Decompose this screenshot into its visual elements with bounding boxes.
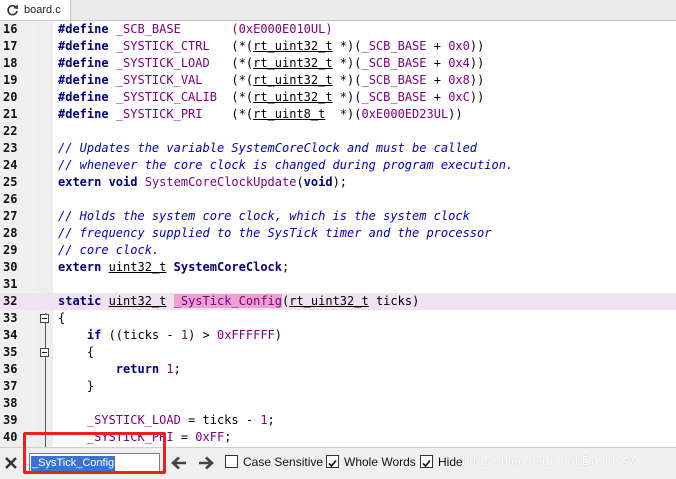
fold-toggle-icon[interactable] (40, 348, 49, 357)
code-text: #define _SYSTICK_CALIB (*(rt_uint32_t *)… (58, 90, 485, 104)
code-editor[interactable]: 16 #define _SCB_BASE (0xE000E010UL) 17 #def… (0, 21, 676, 447)
code-line[interactable]: 34 if ((ticks - 1) > 0xFFFFFF) (0, 327, 676, 344)
code-text: // Holds the system core clock, which is… (58, 209, 470, 223)
code-line[interactable]: 19 #define _SYSTICK_VAL (*(rt_uint32_t *)… (0, 72, 676, 89)
code-line[interactable]: 33 { (0, 310, 676, 327)
line-number: 39 (3, 413, 18, 427)
code-text: return 1; (115, 362, 181, 376)
line-number: 33 (3, 311, 18, 325)
code-text: // core clock. (58, 243, 160, 257)
code-line[interactable]: 37 } (0, 378, 676, 395)
code-line[interactable]: 22 (0, 123, 676, 140)
find-next-icon[interactable] (197, 455, 215, 471)
code-line[interactable]: 16 #define _SCB_BASE (0xE000E010UL) (0, 21, 676, 38)
code-text: _SYSTICK_LOAD = ticks - 1; (86, 413, 275, 427)
line-number: 25 (3, 175, 18, 189)
whole-words-label: Whole Words (344, 455, 416, 469)
line-number: 18 (3, 56, 18, 70)
code-text: { (58, 311, 66, 325)
line-number: 27 (3, 209, 18, 223)
code-line[interactable]: 25 extern void SystemCoreClockUpdate(void… (0, 174, 676, 191)
code-line[interactable]: 28 // frequency supplied to the SysTick t… (0, 225, 676, 242)
line-number: 34 (3, 328, 18, 342)
code-text: #define _SYSTICK_LOAD (*(rt_uint32_t *)(… (58, 56, 485, 70)
refresh-file-icon (5, 3, 19, 17)
code-text: { (58, 345, 95, 359)
code-text: #define _SYSTICK_PRI (*(rt_uint8_t *)(0x… (58, 107, 463, 121)
code-line[interactable]: 29 // core clock. (0, 242, 676, 259)
fold-line (45, 313, 46, 447)
code-text: if ((ticks - 1) > 0xFFFFFF) (86, 328, 283, 342)
case-sensitive-checkbox[interactable] (225, 455, 238, 468)
fold-toggle-icon[interactable] (40, 314, 49, 323)
code-line[interactable]: 35 { (0, 344, 676, 361)
code-text: #define _SYSTICK_CTRL (*(rt_uint32_t *)(… (58, 39, 485, 53)
line-number: 19 (3, 73, 18, 87)
line-number: 20 (3, 90, 18, 104)
line-number: 24 (3, 158, 18, 172)
case-sensitive-label: Case Sensitive (243, 455, 324, 469)
code-text: #define _SCB_BASE (0xE000E010UL) (58, 22, 333, 36)
line-number: 26 (3, 192, 18, 206)
check-icon (328, 459, 337, 468)
line-number: 16 (3, 22, 18, 36)
annotation-highlight-box (23, 432, 166, 474)
close-find-icon[interactable] (4, 456, 18, 470)
hide-label: Hide (438, 455, 463, 469)
tab-label: board.c (24, 4, 61, 16)
line-number: 17 (3, 39, 18, 53)
line-number: 32 (3, 294, 18, 308)
code-text: extern void SystemCoreClockUpdate(void); (58, 175, 348, 189)
code-text: // Updates the variable SystemCoreClock … (58, 141, 478, 155)
code-line[interactable]: 32 static uint32_t _SysTick_Config(rt_uin… (0, 293, 676, 310)
line-number: 28 (3, 226, 18, 240)
whole-words-checkbox[interactable] (326, 455, 339, 468)
code-line[interactable]: 18 #define _SYSTICK_LOAD (*(rt_uint32_t *… (0, 55, 676, 72)
line-number: 38 (3, 396, 18, 410)
find-previous-icon[interactable] (170, 455, 188, 471)
code-text: } (58, 379, 95, 393)
code-line[interactable]: 27 // Holds the system core clock, which … (0, 208, 676, 225)
hide-checkbox[interactable] (420, 455, 433, 468)
code-line[interactable]: 17 #define _SYSTICK_CTRL (*(rt_uint32_t *… (0, 38, 676, 55)
code-text: // whenever the core clock is changed du… (58, 158, 514, 172)
code-line[interactable]: 23 // Updates the variable SystemCoreCloc… (0, 140, 676, 157)
line-number: 22 (3, 124, 18, 138)
line-number: 36 (3, 362, 18, 376)
code-line[interactable]: 20 #define _SYSTICK_CALIB (*(rt_uint32_t … (0, 89, 676, 106)
line-number: 31 (3, 277, 18, 291)
code-text: #define _SYSTICK_VAL (*(rt_uint32_t *)(_… (58, 73, 485, 87)
code-text: static uint32_t _SysTick_Config(rt_uint3… (58, 294, 420, 308)
code-line[interactable]: 39 _SYSTICK_LOAD = ticks - 1; (0, 412, 676, 429)
tab-bar: board.c (0, 0, 676, 21)
line-number: 30 (3, 260, 18, 274)
code-text: // frequency supplied to the SysTick tim… (58, 226, 492, 240)
line-number: 37 (3, 379, 18, 393)
line-number: 21 (3, 107, 18, 121)
tab-board-c[interactable]: board.c (0, 0, 71, 20)
watermark: https://blog.csdn.net/Davidysw (462, 453, 638, 468)
line-number: 23 (3, 141, 18, 155)
check-icon (422, 459, 431, 468)
code-text: extern uint32_t SystemCoreClock; (58, 260, 290, 274)
code-line[interactable]: 36 return 1; (0, 361, 676, 378)
code-line[interactable]: 21 #define _SYSTICK_PRI (*(rt_uint8_t *)(… (0, 106, 676, 123)
code-line[interactable]: 30 extern uint32_t SystemCoreClock; (0, 259, 676, 276)
code-line[interactable]: 31 (0, 276, 676, 293)
code-line[interactable]: 24 // whenever the core clock is changed … (0, 157, 676, 174)
code-line[interactable]: 38 (0, 395, 676, 412)
line-number: 35 (3, 345, 18, 359)
line-number: 29 (3, 243, 18, 257)
code-line[interactable]: 26 (0, 191, 676, 208)
